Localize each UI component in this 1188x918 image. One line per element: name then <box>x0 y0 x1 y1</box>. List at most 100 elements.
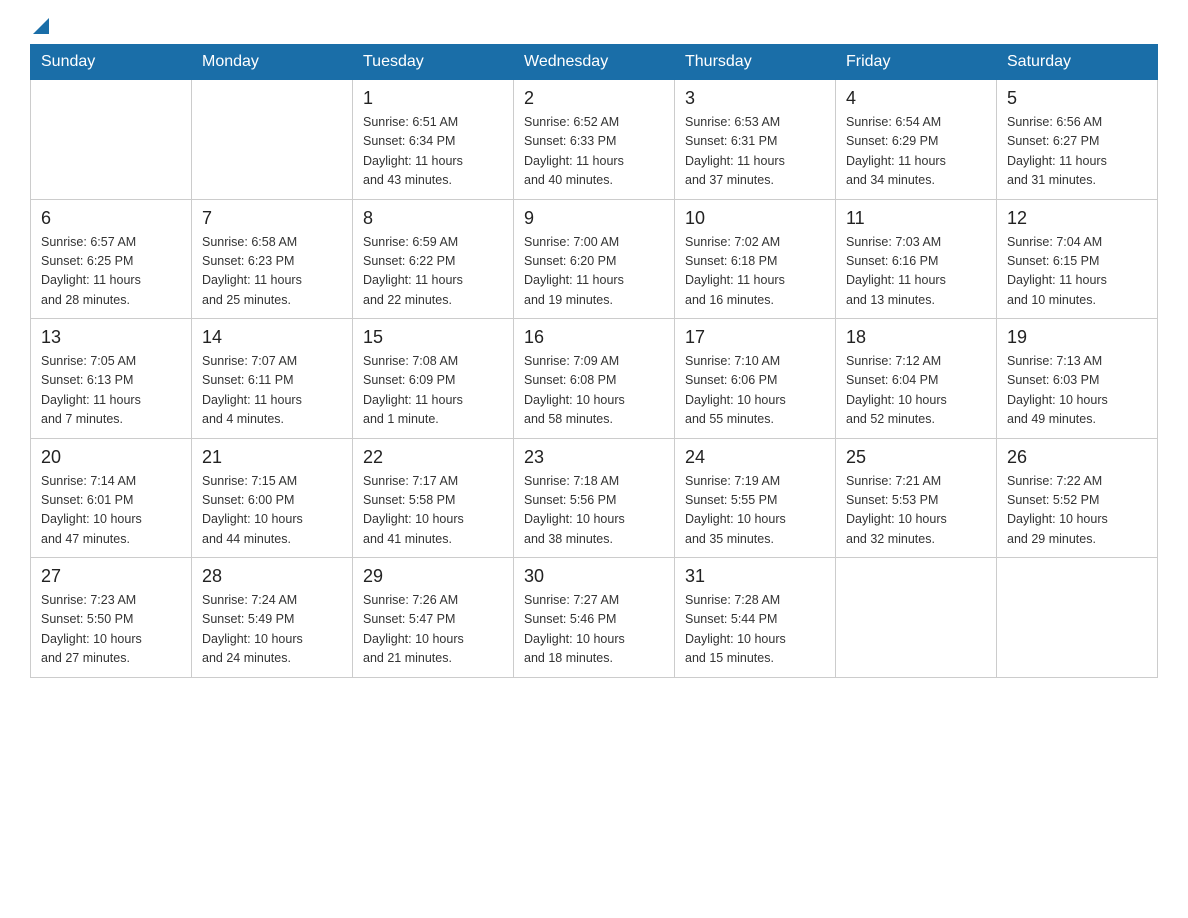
calendar-cell <box>997 558 1158 678</box>
day-number: 10 <box>685 208 825 229</box>
calendar-cell: 16Sunrise: 7:09 AMSunset: 6:08 PMDayligh… <box>514 319 675 439</box>
day-number: 15 <box>363 327 503 348</box>
day-info: Sunrise: 7:13 AMSunset: 6:03 PMDaylight:… <box>1007 352 1147 430</box>
calendar-cell: 8 Sunrise: 6:59 AMSunset: 6:22 PMDaylight… <box>353 199 514 319</box>
calendar-cell: 28 Sunrise: 7:24 AMSunset: 5:49 PMDayligh… <box>192 558 353 678</box>
calendar-cell <box>31 80 192 200</box>
day-info: Sunrise: 7:12 AMSunset: 6:04 PMDaylight:… <box>846 352 986 430</box>
day-info: Sunrise: 7:02 AMSunset: 6:18 PMDaylight:… <box>685 233 825 311</box>
day-info: Sunrise: 7:09 AMSunset: 6:08 PMDaylight:… <box>524 352 664 430</box>
calendar-week-row: 27 Sunrise: 7:23 AMSunset: 5:50 PMDayligh… <box>31 558 1158 678</box>
day-info: Sunrise: 6:58 AMSunset: 6:23 PMDaylight:… <box>202 233 342 311</box>
calendar-cell <box>836 558 997 678</box>
day-info: Sunrise: 6:53 AMSunset: 6:31 PMDaylight:… <box>685 113 825 191</box>
calendar-cell: 26 Sunrise: 7:22 AMSunset: 5:52 PMDayligh… <box>997 438 1158 558</box>
day-info: Sunrise: 7:24 AMSunset: 5:49 PMDaylight:… <box>202 591 342 669</box>
calendar-header-sunday: Sunday <box>31 45 192 80</box>
day-info: Sunrise: 7:00 AMSunset: 6:20 PMDaylight:… <box>524 233 664 311</box>
day-number: 11 <box>846 208 986 229</box>
calendar-cell: 9Sunrise: 7:00 AMSunset: 6:20 PMDaylight… <box>514 199 675 319</box>
day-info: Sunrise: 7:18 AMSunset: 5:56 PMDaylight:… <box>524 472 664 550</box>
calendar-cell: 20Sunrise: 7:14 AMSunset: 6:01 PMDayligh… <box>31 438 192 558</box>
calendar-cell: 2Sunrise: 6:52 AMSunset: 6:33 PMDaylight… <box>514 80 675 200</box>
day-info: Sunrise: 7:10 AMSunset: 6:06 PMDaylight:… <box>685 352 825 430</box>
day-number: 5 <box>1007 88 1147 109</box>
day-info: Sunrise: 6:54 AMSunset: 6:29 PMDaylight:… <box>846 113 986 191</box>
calendar-header-thursday: Thursday <box>675 45 836 80</box>
day-number: 7 <box>202 208 342 229</box>
day-info: Sunrise: 7:28 AMSunset: 5:44 PMDaylight:… <box>685 591 825 669</box>
day-number: 22 <box>363 447 503 468</box>
calendar-cell: 24Sunrise: 7:19 AMSunset: 5:55 PMDayligh… <box>675 438 836 558</box>
day-number: 18 <box>846 327 986 348</box>
calendar-cell: 15Sunrise: 7:08 AMSunset: 6:09 PMDayligh… <box>353 319 514 439</box>
calendar-cell: 30 Sunrise: 7:27 AMSunset: 5:46 PMDayligh… <box>514 558 675 678</box>
day-number: 21 <box>202 447 342 468</box>
calendar-header-monday: Monday <box>192 45 353 80</box>
calendar-cell: 19 Sunrise: 7:13 AMSunset: 6:03 PMDayligh… <box>997 319 1158 439</box>
calendar-cell: 27 Sunrise: 7:23 AMSunset: 5:50 PMDayligh… <box>31 558 192 678</box>
calendar-cell: 4 Sunrise: 6:54 AMSunset: 6:29 PMDaylight… <box>836 80 997 200</box>
day-info: Sunrise: 7:17 AMSunset: 5:58 PMDaylight:… <box>363 472 503 550</box>
calendar-cell: 22 Sunrise: 7:17 AMSunset: 5:58 PMDayligh… <box>353 438 514 558</box>
day-number: 14 <box>202 327 342 348</box>
day-number: 28 <box>202 566 342 587</box>
calendar-cell: 14 Sunrise: 7:07 AMSunset: 6:11 PMDayligh… <box>192 319 353 439</box>
calendar-cell: 18 Sunrise: 7:12 AMSunset: 6:04 PMDayligh… <box>836 319 997 439</box>
calendar-cell: 23 Sunrise: 7:18 AMSunset: 5:56 PMDayligh… <box>514 438 675 558</box>
calendar-cell: 11Sunrise: 7:03 AMSunset: 6:16 PMDayligh… <box>836 199 997 319</box>
day-number: 25 <box>846 447 986 468</box>
day-info: Sunrise: 7:04 AMSunset: 6:15 PMDaylight:… <box>1007 233 1147 311</box>
day-info: Sunrise: 7:21 AMSunset: 5:53 PMDaylight:… <box>846 472 986 550</box>
logo <box>30 20 49 34</box>
day-number: 23 <box>524 447 664 468</box>
day-info: Sunrise: 7:14 AMSunset: 6:01 PMDaylight:… <box>41 472 181 550</box>
logo-triangle-icon <box>33 18 49 34</box>
day-number: 29 <box>363 566 503 587</box>
calendar-week-row: 20Sunrise: 7:14 AMSunset: 6:01 PMDayligh… <box>31 438 1158 558</box>
day-info: Sunrise: 6:59 AMSunset: 6:22 PMDaylight:… <box>363 233 503 311</box>
day-info: Sunrise: 7:27 AMSunset: 5:46 PMDaylight:… <box>524 591 664 669</box>
day-number: 8 <box>363 208 503 229</box>
day-number: 30 <box>524 566 664 587</box>
calendar-cell: 29Sunrise: 7:26 AMSunset: 5:47 PMDayligh… <box>353 558 514 678</box>
calendar-cell: 6Sunrise: 6:57 AMSunset: 6:25 PMDaylight… <box>31 199 192 319</box>
day-number: 3 <box>685 88 825 109</box>
calendar-cell: 31 Sunrise: 7:28 AMSunset: 5:44 PMDayligh… <box>675 558 836 678</box>
calendar-cell: 25 Sunrise: 7:21 AMSunset: 5:53 PMDayligh… <box>836 438 997 558</box>
calendar-header-wednesday: Wednesday <box>514 45 675 80</box>
calendar-header-saturday: Saturday <box>997 45 1158 80</box>
day-number: 27 <box>41 566 181 587</box>
calendar-cell <box>192 80 353 200</box>
calendar-table: SundayMondayTuesdayWednesdayThursdayFrid… <box>30 44 1158 678</box>
calendar-cell: 13 Sunrise: 7:05 AMSunset: 6:13 PMDayligh… <box>31 319 192 439</box>
calendar-cell: 1Sunrise: 6:51 AMSunset: 6:34 PMDaylight… <box>353 80 514 200</box>
calendar-cell: 5Sunrise: 6:56 AMSunset: 6:27 PMDaylight… <box>997 80 1158 200</box>
day-number: 1 <box>363 88 503 109</box>
day-info: Sunrise: 7:07 AMSunset: 6:11 PMDaylight:… <box>202 352 342 430</box>
calendar-header-row: SundayMondayTuesdayWednesdayThursdayFrid… <box>31 45 1158 80</box>
day-number: 19 <box>1007 327 1147 348</box>
calendar-header-friday: Friday <box>836 45 997 80</box>
day-number: 13 <box>41 327 181 348</box>
calendar-week-row: 1Sunrise: 6:51 AMSunset: 6:34 PMDaylight… <box>31 80 1158 200</box>
day-info: Sunrise: 7:05 AMSunset: 6:13 PMDaylight:… <box>41 352 181 430</box>
day-number: 31 <box>685 566 825 587</box>
calendar-header-tuesday: Tuesday <box>353 45 514 80</box>
day-info: Sunrise: 7:15 AMSunset: 6:00 PMDaylight:… <box>202 472 342 550</box>
calendar-cell: 17Sunrise: 7:10 AMSunset: 6:06 PMDayligh… <box>675 319 836 439</box>
day-number: 6 <box>41 208 181 229</box>
day-number: 12 <box>1007 208 1147 229</box>
day-info: Sunrise: 7:22 AMSunset: 5:52 PMDaylight:… <box>1007 472 1147 550</box>
day-info: Sunrise: 7:23 AMSunset: 5:50 PMDaylight:… <box>41 591 181 669</box>
calendar-cell: 21 Sunrise: 7:15 AMSunset: 6:00 PMDayligh… <box>192 438 353 558</box>
day-number: 24 <box>685 447 825 468</box>
calendar-cell: 3 Sunrise: 6:53 AMSunset: 6:31 PMDaylight… <box>675 80 836 200</box>
page-header <box>30 20 1158 34</box>
day-number: 2 <box>524 88 664 109</box>
calendar-cell: 7 Sunrise: 6:58 AMSunset: 6:23 PMDaylight… <box>192 199 353 319</box>
day-number: 4 <box>846 88 986 109</box>
calendar-week-row: 6Sunrise: 6:57 AMSunset: 6:25 PMDaylight… <box>31 199 1158 319</box>
day-number: 26 <box>1007 447 1147 468</box>
calendar-cell: 12 Sunrise: 7:04 AMSunset: 6:15 PMDayligh… <box>997 199 1158 319</box>
